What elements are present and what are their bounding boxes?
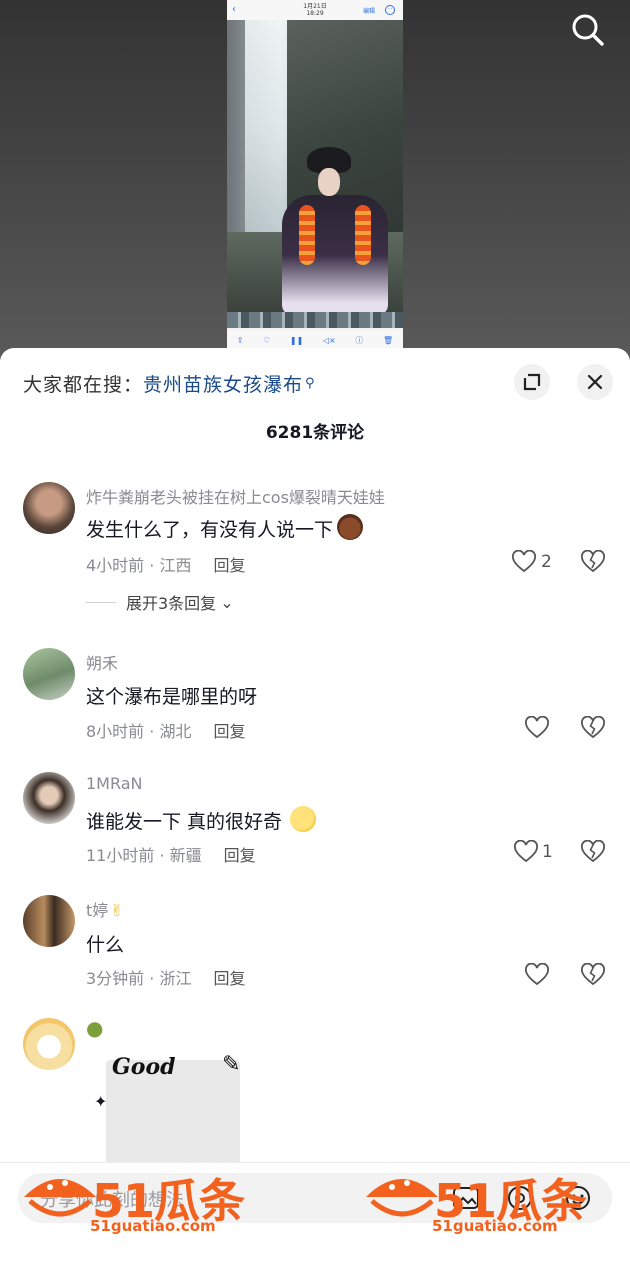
watermark-logo: 51瓜条 51guatiao.com [362,1165,612,1235]
expand-replies-button[interactable]: 展开3条回复 ⌄ [86,590,234,614]
comment-text: 这个瀑布是哪里的呀 [86,686,258,708]
avatar[interactable] [23,772,75,824]
poop-emoji-icon [337,514,364,540]
video-frame: ‹ 1月21日 18:29 编辑 ··· ⇪ ♡ ❚❚ ◁× ⓘ 🗑 [227,0,403,350]
video-image [227,20,403,315]
dislike-button[interactable] [580,549,606,578]
photo-date: 1月21日 18:29 [303,3,327,17]
mute-icon: ◁× [322,335,336,345]
photo-app-header: ‹ 1月21日 18:29 编辑 ··· [227,0,403,20]
avatar[interactable] [23,1018,75,1070]
pause-icon: ❚❚ [289,335,304,345]
chevron-down-icon: ⌄ [220,592,234,612]
comment-meta: 4小时前 · 江西 回复 [86,556,246,575]
broken-heart-icon [581,839,605,863]
comment-text: 发生什么了，有没有人说一下 [86,514,364,542]
dislike-button[interactable] [580,962,606,991]
reply-button[interactable]: 回复 [213,969,245,988]
like-button[interactable] [524,716,550,740]
expand-icon [523,373,541,391]
heart-outline-icon [525,963,549,986]
heart-outline-icon [525,716,549,739]
share-icon: ⇪ [236,335,244,345]
dislike-button[interactable] [580,715,606,744]
comment-username[interactable]: 1MRaN [86,774,143,793]
hot-search-keyword[interactable]: 贵州苗族女孩瀑布 [143,374,303,396]
trash-icon: 🗑 [382,335,394,345]
like-button[interactable] [524,963,550,987]
close-icon [587,374,603,390]
heart-icon: ♡ [263,335,271,345]
avatar[interactable] [23,648,75,700]
photo-edit-label: 编辑 [362,8,375,15]
comment-count: 6281条评论 [265,423,365,443]
thumbnail-strip [227,312,403,328]
like-count: 2 [541,552,552,572]
broken-heart-icon [581,962,605,986]
comment-sheet: 大家都在搜：贵州苗族女孩瀑布 ⚲ 6281条评论 炸牛粪崩老头被挂在树上cos爆裂… [0,348,630,1280]
like-button[interactable]: 2 [511,550,552,574]
more-dots-icon: ··· [385,5,395,15]
expand-sheet-button[interactable] [514,364,550,400]
avatar[interactable] [23,895,75,947]
search-small-icon: ⚲ [305,376,316,391]
dislike-button[interactable] [580,839,606,868]
reply-button[interactable]: 回复 [213,722,245,741]
carrot-icon: ✎ [222,1052,241,1077]
search-icon[interactable] [568,10,608,50]
watermark-logo: 51瓜条 51guatiao.com [20,1165,270,1235]
sticker-text: Good [112,1054,176,1080]
avatar[interactable] [23,482,75,534]
close-button[interactable] [577,364,613,400]
comment-meta: 3分钟前 · 浙江 回复 [86,969,246,988]
reply-button[interactable]: 回复 [213,556,245,575]
victory-hand-emoji-icon: ✌ [110,901,124,920]
heart-outline-icon [512,550,536,573]
comment-username[interactable]: 炸牛粪崩老头被挂在树上cos爆裂晴天娃娃 [86,484,385,508]
comment-sticker-image[interactable]: Good ✦ ✎ [94,1048,254,1168]
like-count: 1 [542,842,553,862]
comment-meta: 8小时前 · 湖北 回复 [86,722,246,741]
comment-username[interactable]: 朔禾 [86,650,118,674]
reply-button[interactable]: 回复 [224,846,256,865]
hot-search-prefix: 大家都在搜： [23,374,144,396]
comment-meta: 11小时前 · 新疆 回复 [86,846,256,865]
photo-toolbar: ⇪ ♡ ❚❚ ◁× ⓘ 🗑 [227,330,403,350]
sparkle-icon: ✦ [94,1092,108,1111]
heart-outline-icon [514,840,538,863]
comment-username[interactable]: t婷 ✌ [86,897,124,921]
thinking-emoji-icon [290,806,317,832]
comment-text: 谁能发一下 真的很好奇 [86,806,317,834]
broken-heart-icon [581,715,605,739]
video-player[interactable]: ‹ 1月21日 18:29 编辑 ··· ⇪ ♡ ❚❚ ◁× ⓘ 🗑 [0,0,630,360]
comment-text: 什么 [86,934,125,956]
broken-heart-icon [581,549,605,573]
avocado-emoji-icon: ● [86,1016,104,1040]
like-button[interactable]: 1 [513,840,553,864]
hot-search-bar[interactable]: 大家都在搜：贵州苗族女孩瀑布 ⚲ [23,370,316,397]
info-icon: ⓘ [355,335,364,345]
